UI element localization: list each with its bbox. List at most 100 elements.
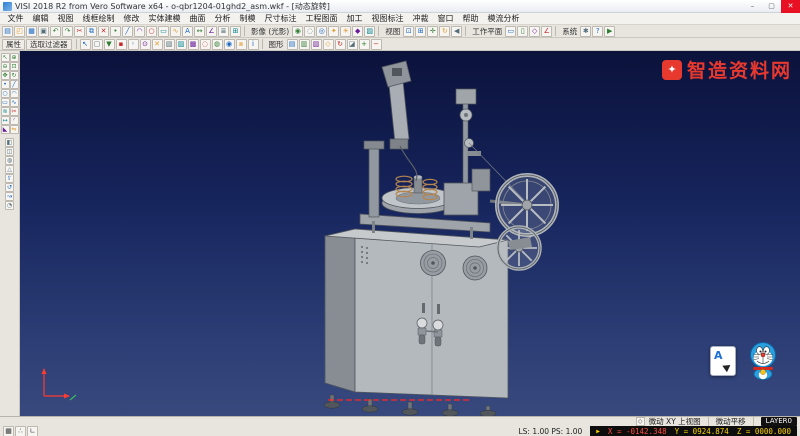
select-icon[interactable]: ↖ [79,38,91,50]
previous-view-icon[interactable]: ◀ [451,25,463,37]
text-tool-popup[interactable]: A [710,346,736,376]
zoom-in-tool-icon[interactable]: ⊕ [9,53,19,62]
select-tool-icon[interactable]: ↖ [0,53,10,62]
view-isometric-icon[interactable]: ◇ [322,38,334,50]
selection-filter-tab[interactable]: 选取过滤器 [26,38,72,50]
menu-view[interactable]: 视图 [53,13,78,24]
fillet-tool-icon[interactable]: ◜ [9,116,19,125]
viewport-3d[interactable]: ✦ 智造资料网 A [20,51,800,416]
zoom-out-icon[interactable]: − [370,38,382,50]
filter-surfaces-icon[interactable]: ▨ [175,38,187,50]
render-icon[interactable]: ✦ [328,25,340,37]
menu-modify[interactable]: 修改 [119,13,144,24]
extrude-icon[interactable]: ⇧ [5,174,14,183]
spline-tool-icon[interactable]: ∿ [9,98,19,107]
zoom-in-icon[interactable]: + [358,38,370,50]
view-front-icon[interactable]: ▥ [298,38,310,50]
menu-help[interactable]: 帮助 [458,13,483,24]
lighting-icon[interactable]: ☀ [340,25,352,37]
menu-dimension[interactable]: 尺寸标注 [260,13,301,24]
line-tool-icon[interactable]: ╱ [9,80,19,89]
rotate-tool-icon[interactable]: ↻ [9,71,19,80]
menu-solid[interactable]: 实体建模 [144,13,185,24]
active-layer-badge[interactable]: LAYER0 [760,417,797,426]
properties-tab[interactable]: 属性 [2,38,25,50]
print-icon[interactable]: ▣ [38,25,49,37]
solid-sphere-icon[interactable]: ◍ [5,156,14,165]
grid-toggle-icon[interactable]: ▦ [3,425,14,436]
snap-endpoint-icon[interactable]: ▪ [115,38,127,50]
materials-icon[interactable]: ◆ [352,25,364,37]
dynamic-rotate-icon[interactable]: ↻ [334,38,346,50]
filter-wireframe-icon[interactable]: ▩ [187,38,199,50]
snap-midpoint-icon[interactable]: ◦ [127,38,139,50]
menu-drawing[interactable]: 工程图面 [301,13,342,24]
menu-file[interactable]: 文件 [3,13,28,24]
save-file-icon[interactable]: ▦ [26,25,37,37]
zoom-window-icon[interactable]: ⊞ [415,25,427,37]
text-icon[interactable]: A [182,25,193,37]
dimension-icon[interactable]: ↔ [194,25,205,37]
group-entities-icon[interactable]: ⧈ [235,38,247,50]
menu-flow-analysis[interactable]: 模流分析 [483,13,524,24]
view-top-icon[interactable]: ▤ [286,38,298,50]
undo-icon[interactable]: ↶ [50,25,61,37]
shell-icon[interactable]: ◔ [5,201,14,210]
revolve-icon[interactable]: ↺ [5,183,14,192]
menu-wireframe[interactable]: 线框绘制 [78,13,119,24]
shaded-view-icon[interactable]: ◉ [292,25,304,37]
curve-icon[interactable]: ∿ [170,25,181,37]
transparency-icon[interactable]: ▨ [364,25,376,37]
arc-icon[interactable]: ◠ [134,25,145,37]
menu-edit[interactable]: 编辑 [28,13,53,24]
sweep-icon[interactable]: ↝ [5,192,14,201]
angle-measure-icon[interactable]: ∠ [206,25,217,37]
solid-box-icon[interactable]: ◧ [5,138,14,147]
arc-tool-icon[interactable]: ◠ [9,89,19,98]
workplane-custom-icon[interactable]: ∠ [541,25,553,37]
selection-filter-icon[interactable]: ▼ [103,38,115,50]
select-window-icon[interactable]: ▢ [91,38,103,50]
section-view-icon[interactable]: ◪ [346,38,358,50]
delete-icon[interactable]: ✕ [98,25,109,37]
zoom-out-tool-icon[interactable]: ⊖ [0,62,10,71]
chamfer-tool-icon[interactable]: ◣ [0,125,10,134]
wireframe-view-icon[interactable]: ◌ [304,25,316,37]
menu-mould[interactable]: 制模 [235,13,260,24]
close-button[interactable]: ✕ [781,0,800,13]
workplane-iso-icon[interactable]: ◇ [529,25,541,37]
ortho-toggle-icon[interactable]: ∟ [27,425,38,436]
cut-icon[interactable]: ✂ [74,25,85,37]
line-icon[interactable]: ╱ [122,25,133,37]
macro-run-icon[interactable]: ▶ [604,25,616,37]
minimize-button[interactable]: – [743,0,762,13]
snap-center-icon[interactable]: ⊙ [139,38,151,50]
view-side-icon[interactable]: ▨ [310,38,322,50]
snap-toggle-icon[interactable]: ∴ [15,425,26,436]
grid-icon[interactable]: ⊞ [230,25,241,37]
menu-view-annotation[interactable]: 视图标注 [367,13,408,24]
point-icon[interactable]: • [110,25,121,37]
mirror-tool-icon[interactable]: ⇋ [9,125,19,134]
solid-cylinder-icon[interactable]: ◫ [5,147,14,156]
workplane-yz-icon[interactable]: ▯ [517,25,529,37]
isolate-icon[interactable]: ◉ [223,38,235,50]
copy-icon[interactable]: ⧉ [86,25,97,37]
workplane-xy-icon[interactable]: ▭ [505,25,517,37]
menu-blanking[interactable]: 冲裁 [408,13,433,24]
zoom-fit-tool-icon[interactable]: ⊡ [9,62,19,71]
trim-tool-icon[interactable]: ✂ [9,107,19,116]
rectangle-tool-icon[interactable]: ▭ [0,98,10,107]
rectangle-icon[interactable]: ▭ [158,25,169,37]
circle-tool-icon[interactable]: ○ [0,89,10,98]
filter-solids-icon[interactable]: ▧ [163,38,175,50]
help-icon[interactable]: ? [592,25,604,37]
layers-icon[interactable]: ≣ [218,25,229,37]
hidden-line-view-icon[interactable]: ◎ [316,25,328,37]
menu-window[interactable]: 窗口 [433,13,458,24]
new-file-icon[interactable]: ▤ [2,25,13,37]
extend-tool-icon[interactable]: ↦ [0,116,10,125]
rotate-view-icon[interactable]: ↻ [439,25,451,37]
offset-tool-icon[interactable]: ≋ [0,107,10,116]
settings-icon[interactable]: ✱ [580,25,592,37]
